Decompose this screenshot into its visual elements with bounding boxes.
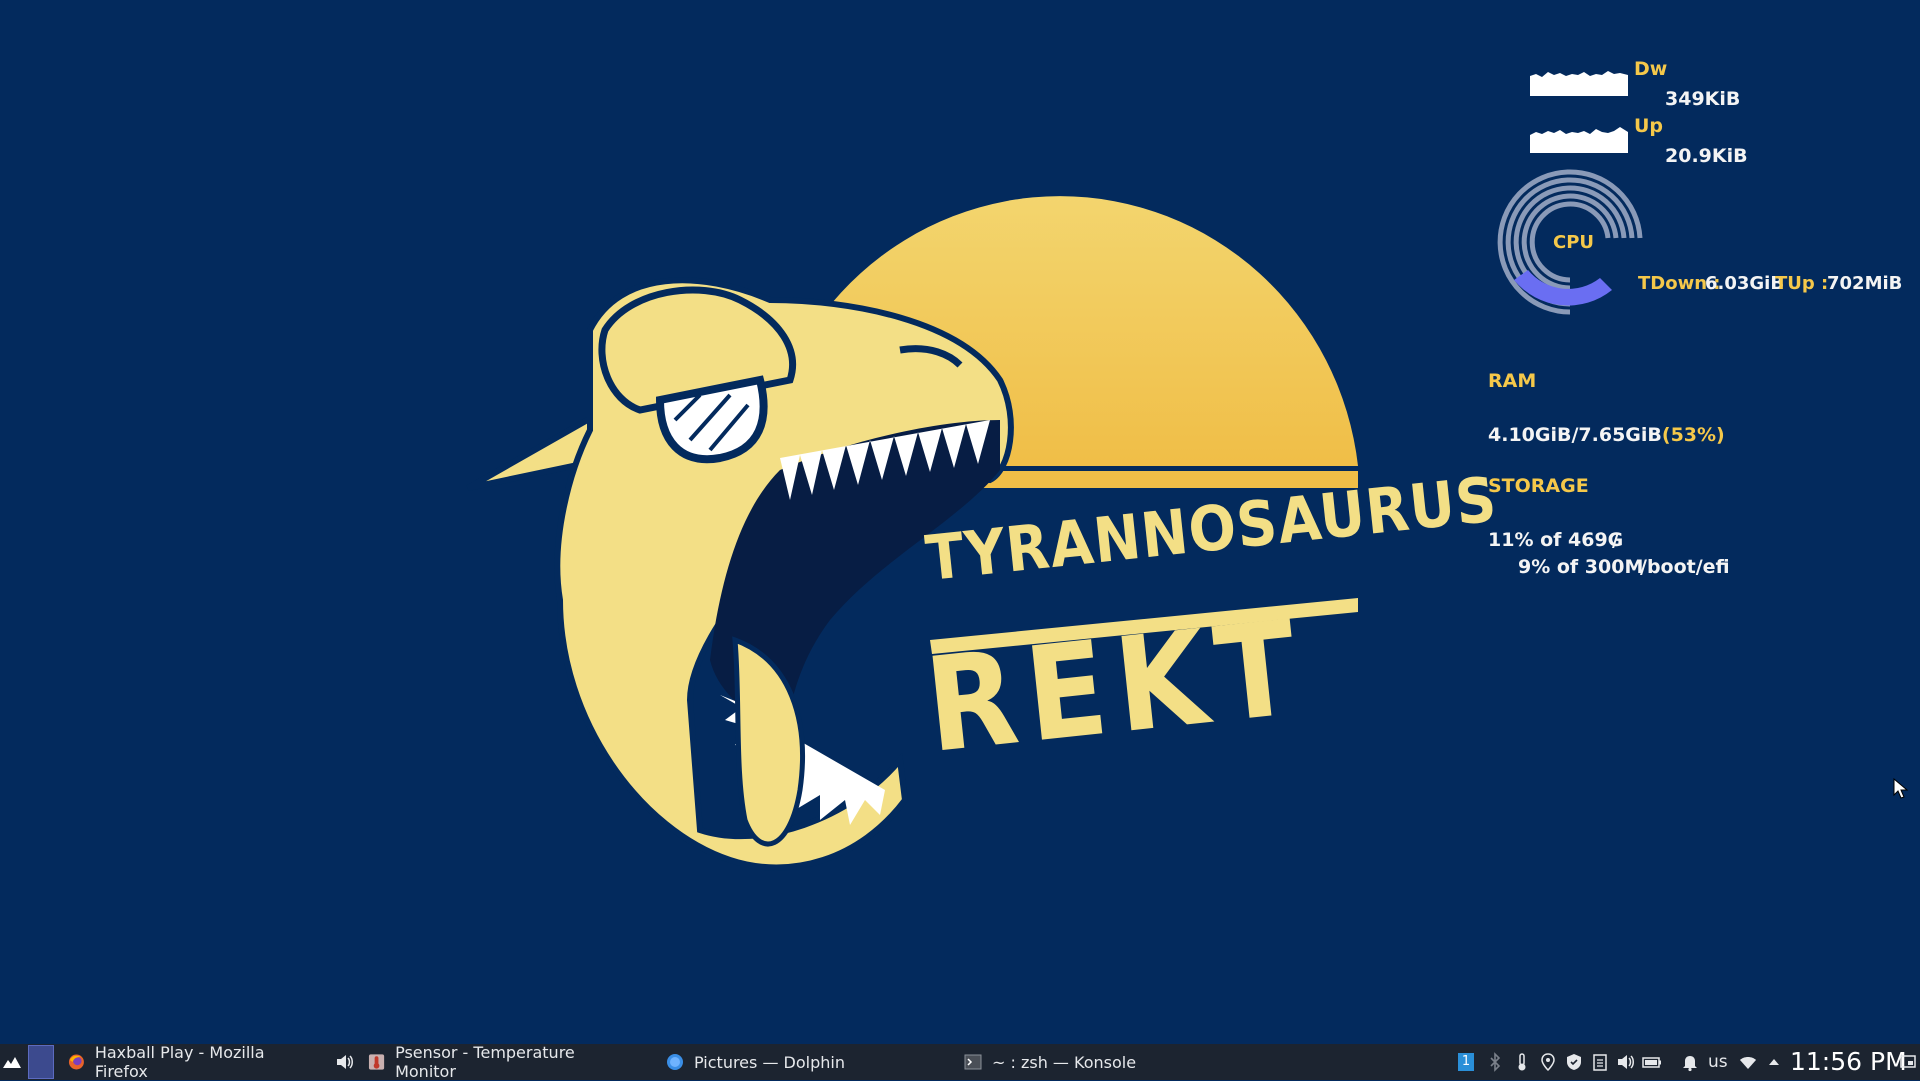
task-firefox-label: Haxball Play - Mozilla Firefox bbox=[94, 1043, 265, 1081]
speaker-icon bbox=[337, 1055, 353, 1069]
upload-label: Up bbox=[1634, 115, 1664, 137]
storage-root-mount: / bbox=[1612, 529, 1619, 551]
psensor-icon bbox=[368, 1054, 385, 1070]
dolphin-icon bbox=[667, 1054, 683, 1070]
clipboard-icon[interactable] bbox=[1590, 1052, 1610, 1072]
cpu-label: CPU bbox=[1553, 232, 1595, 253]
digital-clock[interactable]: 11:56 PM bbox=[1790, 1044, 1907, 1080]
total-up-label: TUp : bbox=[1775, 273, 1829, 294]
location-pin-icon[interactable] bbox=[1538, 1052, 1558, 1072]
upload-value: 20.9KiB bbox=[1665, 145, 1748, 167]
ram-label: RAM bbox=[1488, 370, 1537, 392]
task-firefox[interactable]: Haxball Play - Mozilla Firefox bbox=[68, 1043, 308, 1081]
task-psensor[interactable]: Psensor - Temperature Monitor bbox=[368, 1043, 628, 1081]
download-value: 349KiB bbox=[1665, 88, 1741, 110]
chevron-up-icon[interactable] bbox=[1764, 1052, 1784, 1072]
storage-efi-mount: /boot/efi bbox=[1640, 556, 1730, 578]
pager-desktop-1[interactable] bbox=[28, 1045, 54, 1079]
task-psensor-label: Psensor - Temperature Monitor bbox=[395, 1043, 575, 1081]
virtual-desktop-pager[interactable] bbox=[28, 1044, 54, 1080]
task-dolphin-label: Pictures — Dolphin bbox=[694, 1052, 845, 1072]
download-label: Dw bbox=[1634, 58, 1668, 80]
thermometer-icon[interactable] bbox=[1512, 1052, 1532, 1072]
task-konsole[interactable]: ~ : zsh — Konsole bbox=[964, 1044, 1194, 1080]
download-graph bbox=[1530, 71, 1628, 96]
ram-total: 7.65GiB bbox=[1578, 424, 1662, 446]
task-konsole-label: ~ : zsh — Konsole bbox=[992, 1052, 1137, 1072]
battery-icon[interactable] bbox=[1642, 1052, 1662, 1072]
ram-used: 4.10GiB bbox=[1488, 424, 1572, 446]
taskbar: Haxball Play - Mozilla Firefox Psensor -… bbox=[0, 1043, 1920, 1081]
wifi-icon[interactable] bbox=[1738, 1052, 1758, 1072]
storage-label: STORAGE bbox=[1488, 475, 1589, 497]
keyboard-layout-indicator[interactable]: us bbox=[1708, 1044, 1732, 1080]
upload-graph bbox=[1530, 127, 1628, 153]
application-launcher-button[interactable] bbox=[2, 1044, 22, 1080]
total-up-value: 702MiB bbox=[1827, 273, 1903, 294]
kde-launcher-icon bbox=[3, 1057, 21, 1068]
show-desktop-icon[interactable] bbox=[1898, 1052, 1918, 1072]
pager-badge[interactable]: 1 bbox=[1458, 1053, 1474, 1071]
storage-root-usage: 11% of 469G bbox=[1488, 529, 1624, 551]
ram-percent: (53%) bbox=[1661, 424, 1725, 446]
total-down-value: 6.03GiB bbox=[1705, 273, 1785, 294]
bluetooth-icon[interactable] bbox=[1485, 1052, 1505, 1072]
konsole-icon bbox=[964, 1054, 982, 1070]
desktop: TYRANNOSAURUS REKT bbox=[0, 0, 1920, 1044]
ram-usage: 4.10GiB/7.65GiB(53%) bbox=[1488, 424, 1725, 446]
shield-icon[interactable] bbox=[1564, 1052, 1584, 1072]
task-dolphin[interactable]: Pictures — Dolphin bbox=[666, 1044, 886, 1080]
notifications-bell-icon[interactable] bbox=[1680, 1052, 1700, 1072]
storage-efi-usage: 9% of 300M bbox=[1518, 556, 1644, 578]
firefox-icon bbox=[68, 1054, 84, 1070]
mouse-cursor-icon bbox=[1893, 778, 1909, 799]
audio-playing-indicator[interactable] bbox=[336, 1044, 356, 1080]
volume-icon[interactable] bbox=[1616, 1052, 1636, 1072]
